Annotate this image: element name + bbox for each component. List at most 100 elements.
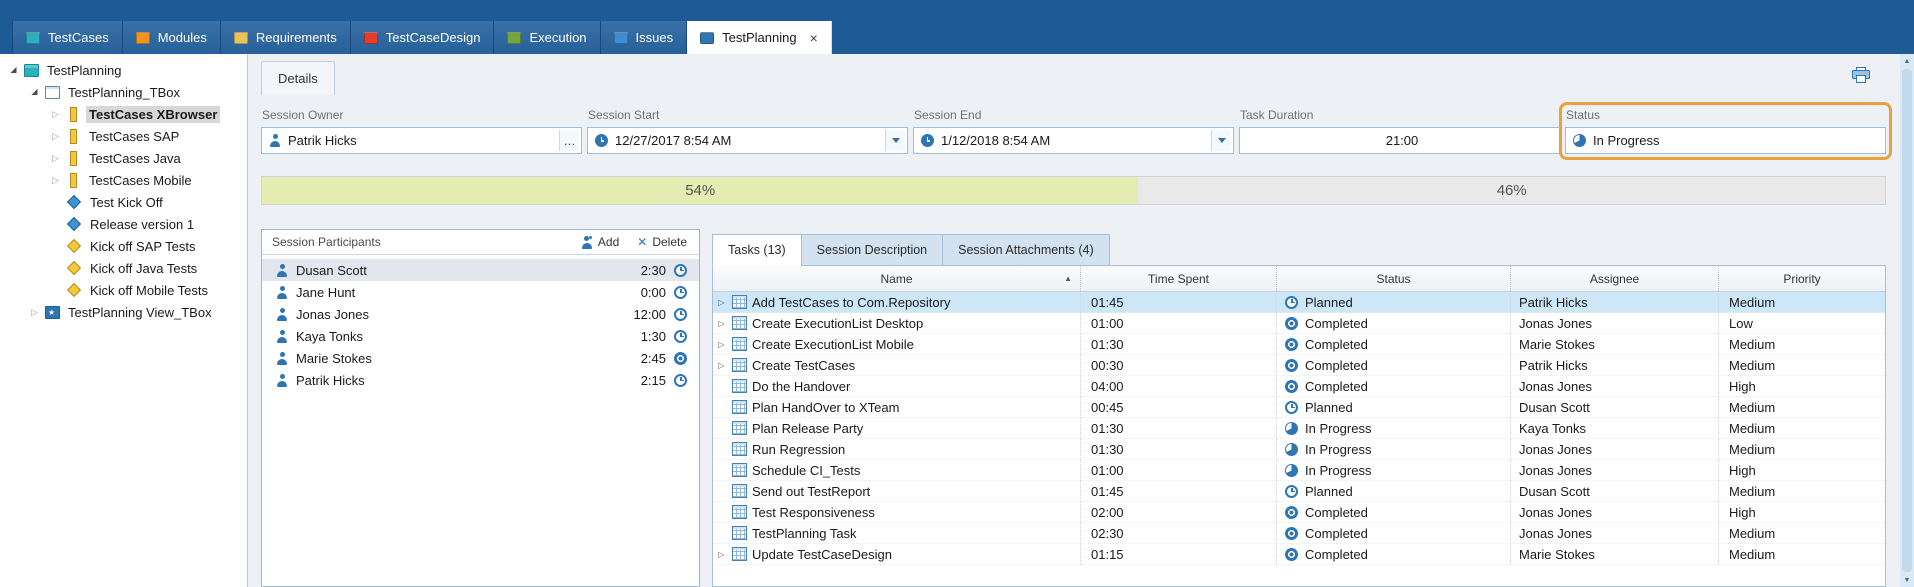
tab-label: TestPlanning: [722, 30, 796, 45]
participant-row-kaya-tonks[interactable]: Kaya Tonks 1:30: [262, 325, 699, 347]
tree-item-testcases-java[interactable]: ▷ TestCases Java: [0, 147, 247, 169]
task-row[interactable]: Plan HandOver to XTeam 00:45 Planned Dus…: [713, 397, 1885, 418]
task-row[interactable]: ▷ Create ExecutionList Mobile 01:30 Comp…: [713, 334, 1885, 355]
bar-yellow-icon: [70, 107, 77, 122]
tab-requirements[interactable]: Requirements: [221, 21, 351, 54]
tab-icon: [26, 32, 40, 44]
session-end-dropdown-button[interactable]: [1211, 130, 1231, 151]
task-row[interactable]: Plan Release Party 01:30 In Progress Kay…: [713, 418, 1885, 439]
expander-icon[interactable]: ◢: [29, 88, 40, 96]
session-start-dropdown-button[interactable]: [885, 130, 905, 151]
tab-testcasedesign[interactable]: TestCaseDesign: [351, 21, 495, 54]
tree-item-testcases-mobile[interactable]: ▷ TestCases Mobile: [0, 169, 247, 191]
tab-icon: [136, 32, 150, 44]
task-document-icon: [732, 295, 747, 309]
task-duration-input[interactable]: 21:00: [1239, 127, 1560, 154]
tab-execution[interactable]: Execution: [494, 21, 600, 54]
expander-icon[interactable]: ▷: [50, 154, 61, 163]
participant-row-patrik-hicks[interactable]: Patrik Hicks 2:15: [262, 369, 699, 391]
task-status-cell: Completed: [1277, 523, 1511, 544]
task-name-cell: ▷ Create ExecutionList Mobile: [713, 334, 1081, 355]
scroll-up-icon[interactable]: ▲: [1900, 54, 1914, 68]
add-participant-button[interactable]: Add: [581, 235, 619, 249]
task-name: Create TestCases: [752, 358, 855, 373]
tree-item-testplanning-tbox[interactable]: ◢ TestPlanning_TBox: [0, 81, 247, 103]
tree-item-kick-off-sap-tests[interactable]: Kick off SAP Tests: [0, 235, 247, 257]
task-row[interactable]: ▷ Create ExecutionList Desktop 01:00 Com…: [713, 313, 1885, 334]
task-row[interactable]: ▷ Add TestCases to Com.Repository 01:45 …: [713, 292, 1885, 313]
status-input[interactable]: In Progress: [1565, 127, 1886, 154]
tab-testcases[interactable]: TestCases: [12, 21, 123, 54]
tab-icon: [507, 32, 521, 44]
task-assignee: Jonas Jones: [1519, 316, 1592, 331]
column-header-status[interactable]: Status: [1277, 266, 1511, 291]
tree-item-kick-off-mobile-tests[interactable]: Kick off Mobile Tests: [0, 279, 247, 301]
task-row[interactable]: Send out TestReport 01:45 Planned Dusan …: [713, 481, 1885, 502]
row-expander-icon[interactable]: ▷: [716, 361, 727, 370]
task-status: Completed: [1305, 526, 1368, 541]
print-icon[interactable]: [1852, 67, 1870, 83]
participant-row-jane-hunt[interactable]: Jane Hunt 0:00: [262, 281, 699, 303]
tree-item-testplanning-view-tbox[interactable]: ▷ TestPlanning View_TBox: [0, 301, 247, 323]
tab-testplanning[interactable]: TestPlanning ×: [687, 21, 832, 54]
tree-item-testcases-xbrowser[interactable]: ▷ TestCases XBrowser: [0, 103, 247, 125]
tasks-table: Name ▲ Time Spent Status Assignee Priori…: [712, 265, 1886, 587]
task-row[interactable]: Schedule CI_Tests 01:00 In Progress Jona…: [713, 460, 1885, 481]
task-row[interactable]: ▷ Update TestCaseDesign 01:15 Completed …: [713, 544, 1885, 565]
delete-label: Delete: [652, 235, 687, 249]
owner-picker-button[interactable]: …: [559, 130, 579, 151]
tab-details[interactable]: Details: [261, 61, 335, 95]
column-header-assignee[interactable]: Assignee: [1511, 266, 1719, 291]
tree-item-testplanning[interactable]: ◢ TestPlanning: [0, 59, 247, 81]
participant-row-jonas-jones[interactable]: Jonas Jones 12:00: [262, 303, 699, 325]
scrollbar-thumb[interactable]: [1902, 69, 1912, 572]
scroll-down-icon[interactable]: ▼: [1900, 573, 1914, 587]
task-row[interactable]: ▷ Create TestCases 00:30 Completed Patri…: [713, 355, 1885, 376]
column-header-priority[interactable]: Priority: [1719, 266, 1885, 291]
row-expander-icon[interactable]: ▷: [716, 319, 727, 328]
status-value: In Progress: [1593, 133, 1883, 148]
table-body: ▷ Add TestCases to Com.Repository 01:45 …: [713, 292, 1885, 586]
vertical-scrollbar[interactable]: ▲ ▼: [1900, 54, 1914, 587]
row-expander-icon[interactable]: ▷: [716, 550, 727, 559]
session-start-input[interactable]: 12/27/2017 8:54 AM: [587, 127, 908, 154]
tasks-tab-session-description[interactable]: Session Description: [801, 234, 942, 266]
tree-item-testcases-sap[interactable]: ▷ TestCases SAP: [0, 125, 247, 147]
expander-icon[interactable]: ◢: [8, 66, 19, 74]
task-row[interactable]: Run Regression 01:30 In Progress Jonas J…: [713, 439, 1885, 460]
tab-issues[interactable]: Issues: [601, 21, 688, 54]
add-label: Add: [598, 235, 619, 249]
tab-modules[interactable]: Modules: [123, 21, 221, 54]
task-priority-cell: Medium: [1719, 544, 1885, 565]
task-row[interactable]: Do the Handover 04:00 Completed Jonas Jo…: [713, 376, 1885, 397]
tree-item-release-version-1[interactable]: Release version 1: [0, 213, 247, 235]
participant-row-dusan-scott[interactable]: Dusan Scott 2:30: [262, 259, 699, 281]
expander-icon[interactable]: ▷: [50, 110, 61, 119]
row-expander-icon[interactable]: ▷: [716, 340, 727, 349]
tasks-tab-tasks-13[interactable]: Tasks (13): [712, 234, 801, 266]
column-header-name[interactable]: Name ▲: [713, 266, 1081, 291]
task-assignee: Patrik Hicks: [1519, 358, 1588, 373]
task-priority-cell: Medium: [1719, 355, 1885, 376]
row-expander-icon[interactable]: ▷: [716, 298, 727, 307]
task-assignee-cell: Dusan Scott: [1511, 397, 1719, 418]
task-assignee: Jonas Jones: [1519, 526, 1592, 541]
session-end-input[interactable]: 1/12/2018 8:54 AM: [913, 127, 1234, 154]
task-assignee-cell: Jonas Jones: [1511, 523, 1719, 544]
tree-item-kick-off-java-tests[interactable]: Kick off Java Tests: [0, 257, 247, 279]
tree-item-test-kick-off[interactable]: Test Kick Off: [0, 191, 247, 213]
close-tab-icon[interactable]: ×: [810, 31, 818, 45]
participant-name: Patrik Hicks: [296, 373, 616, 388]
participant-row-marie-stokes[interactable]: Marie Stokes 2:45: [262, 347, 699, 369]
delete-participant-button[interactable]: ✕ Delete: [637, 235, 687, 249]
column-header-time-spent[interactable]: Time Spent: [1081, 266, 1277, 291]
task-row[interactable]: Test Responsiveness 02:00 Completed Jona…: [713, 502, 1885, 523]
tab-label: Issues: [636, 30, 674, 45]
expander-icon[interactable]: ▷: [29, 308, 40, 317]
task-row[interactable]: TestPlanning Task 02:30 Completed Jonas …: [713, 523, 1885, 544]
session-owner-input[interactable]: Patrik Hicks …: [261, 127, 582, 154]
tasks-tab-session-attachments-4[interactable]: Session Attachments (4): [942, 234, 1109, 266]
expander-icon[interactable]: ▷: [50, 132, 61, 141]
status-icon: [1285, 359, 1298, 372]
expander-icon[interactable]: ▷: [50, 176, 61, 185]
